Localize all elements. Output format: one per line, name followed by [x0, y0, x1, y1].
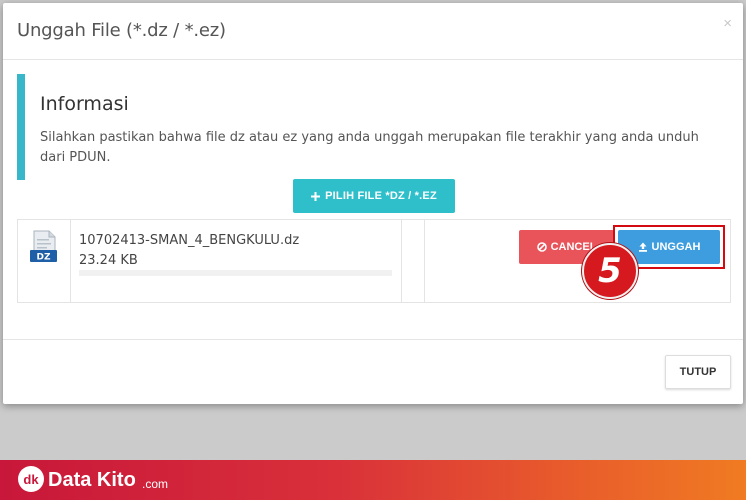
dialog-title: Unggah File (*.dz / *.ez) — [17, 20, 226, 41]
upload-icon — [638, 242, 647, 252]
file-size: 23.24 KB — [79, 253, 138, 268]
dz-file-icon: DZ — [30, 230, 57, 263]
info-text: Silahkan pastikan bahwa file dz atau ez … — [40, 130, 699, 165]
brand-domain: .com — [142, 477, 169, 491]
brand-name: Data Kito — [48, 469, 136, 491]
close-icon[interactable]: × — [723, 15, 732, 32]
ban-icon — [536, 242, 547, 252]
dialog-header: Unggah File (*.dz / *.ez) × — [3, 3, 743, 60]
footer-divider — [3, 339, 743, 340]
close-button[interactable]: TUTUP — [665, 355, 731, 389]
datakito-logo-icon: dk — [18, 466, 44, 492]
step-number-badge: 5 — [582, 243, 638, 299]
info-title: Informasi — [40, 93, 129, 115]
file-type-label: DZ — [37, 253, 51, 263]
column-divider — [424, 220, 425, 302]
brand-footer: dk Data Kito .com — [0, 460, 746, 500]
upload-dialog: Unggah File (*.dz / *.ez) × Informasi Si… — [3, 3, 743, 404]
choose-file-button[interactable]: PILIH FILE *DZ / *.EZ — [293, 179, 455, 213]
plus-icon — [311, 191, 321, 201]
file-name: 10702413-SMAN_4_BENGKULU.dz — [79, 233, 300, 248]
choose-file-label: PILIH FILE *DZ / *.EZ — [325, 190, 437, 202]
upload-progress-bar — [79, 270, 392, 276]
column-divider — [70, 220, 71, 302]
column-divider — [401, 220, 402, 302]
logo-text: dk — [23, 472, 39, 487]
info-callout: Informasi Silahkan pastikan bahwa file d… — [17, 74, 727, 180]
upload-label: UNGGAH — [651, 241, 701, 253]
